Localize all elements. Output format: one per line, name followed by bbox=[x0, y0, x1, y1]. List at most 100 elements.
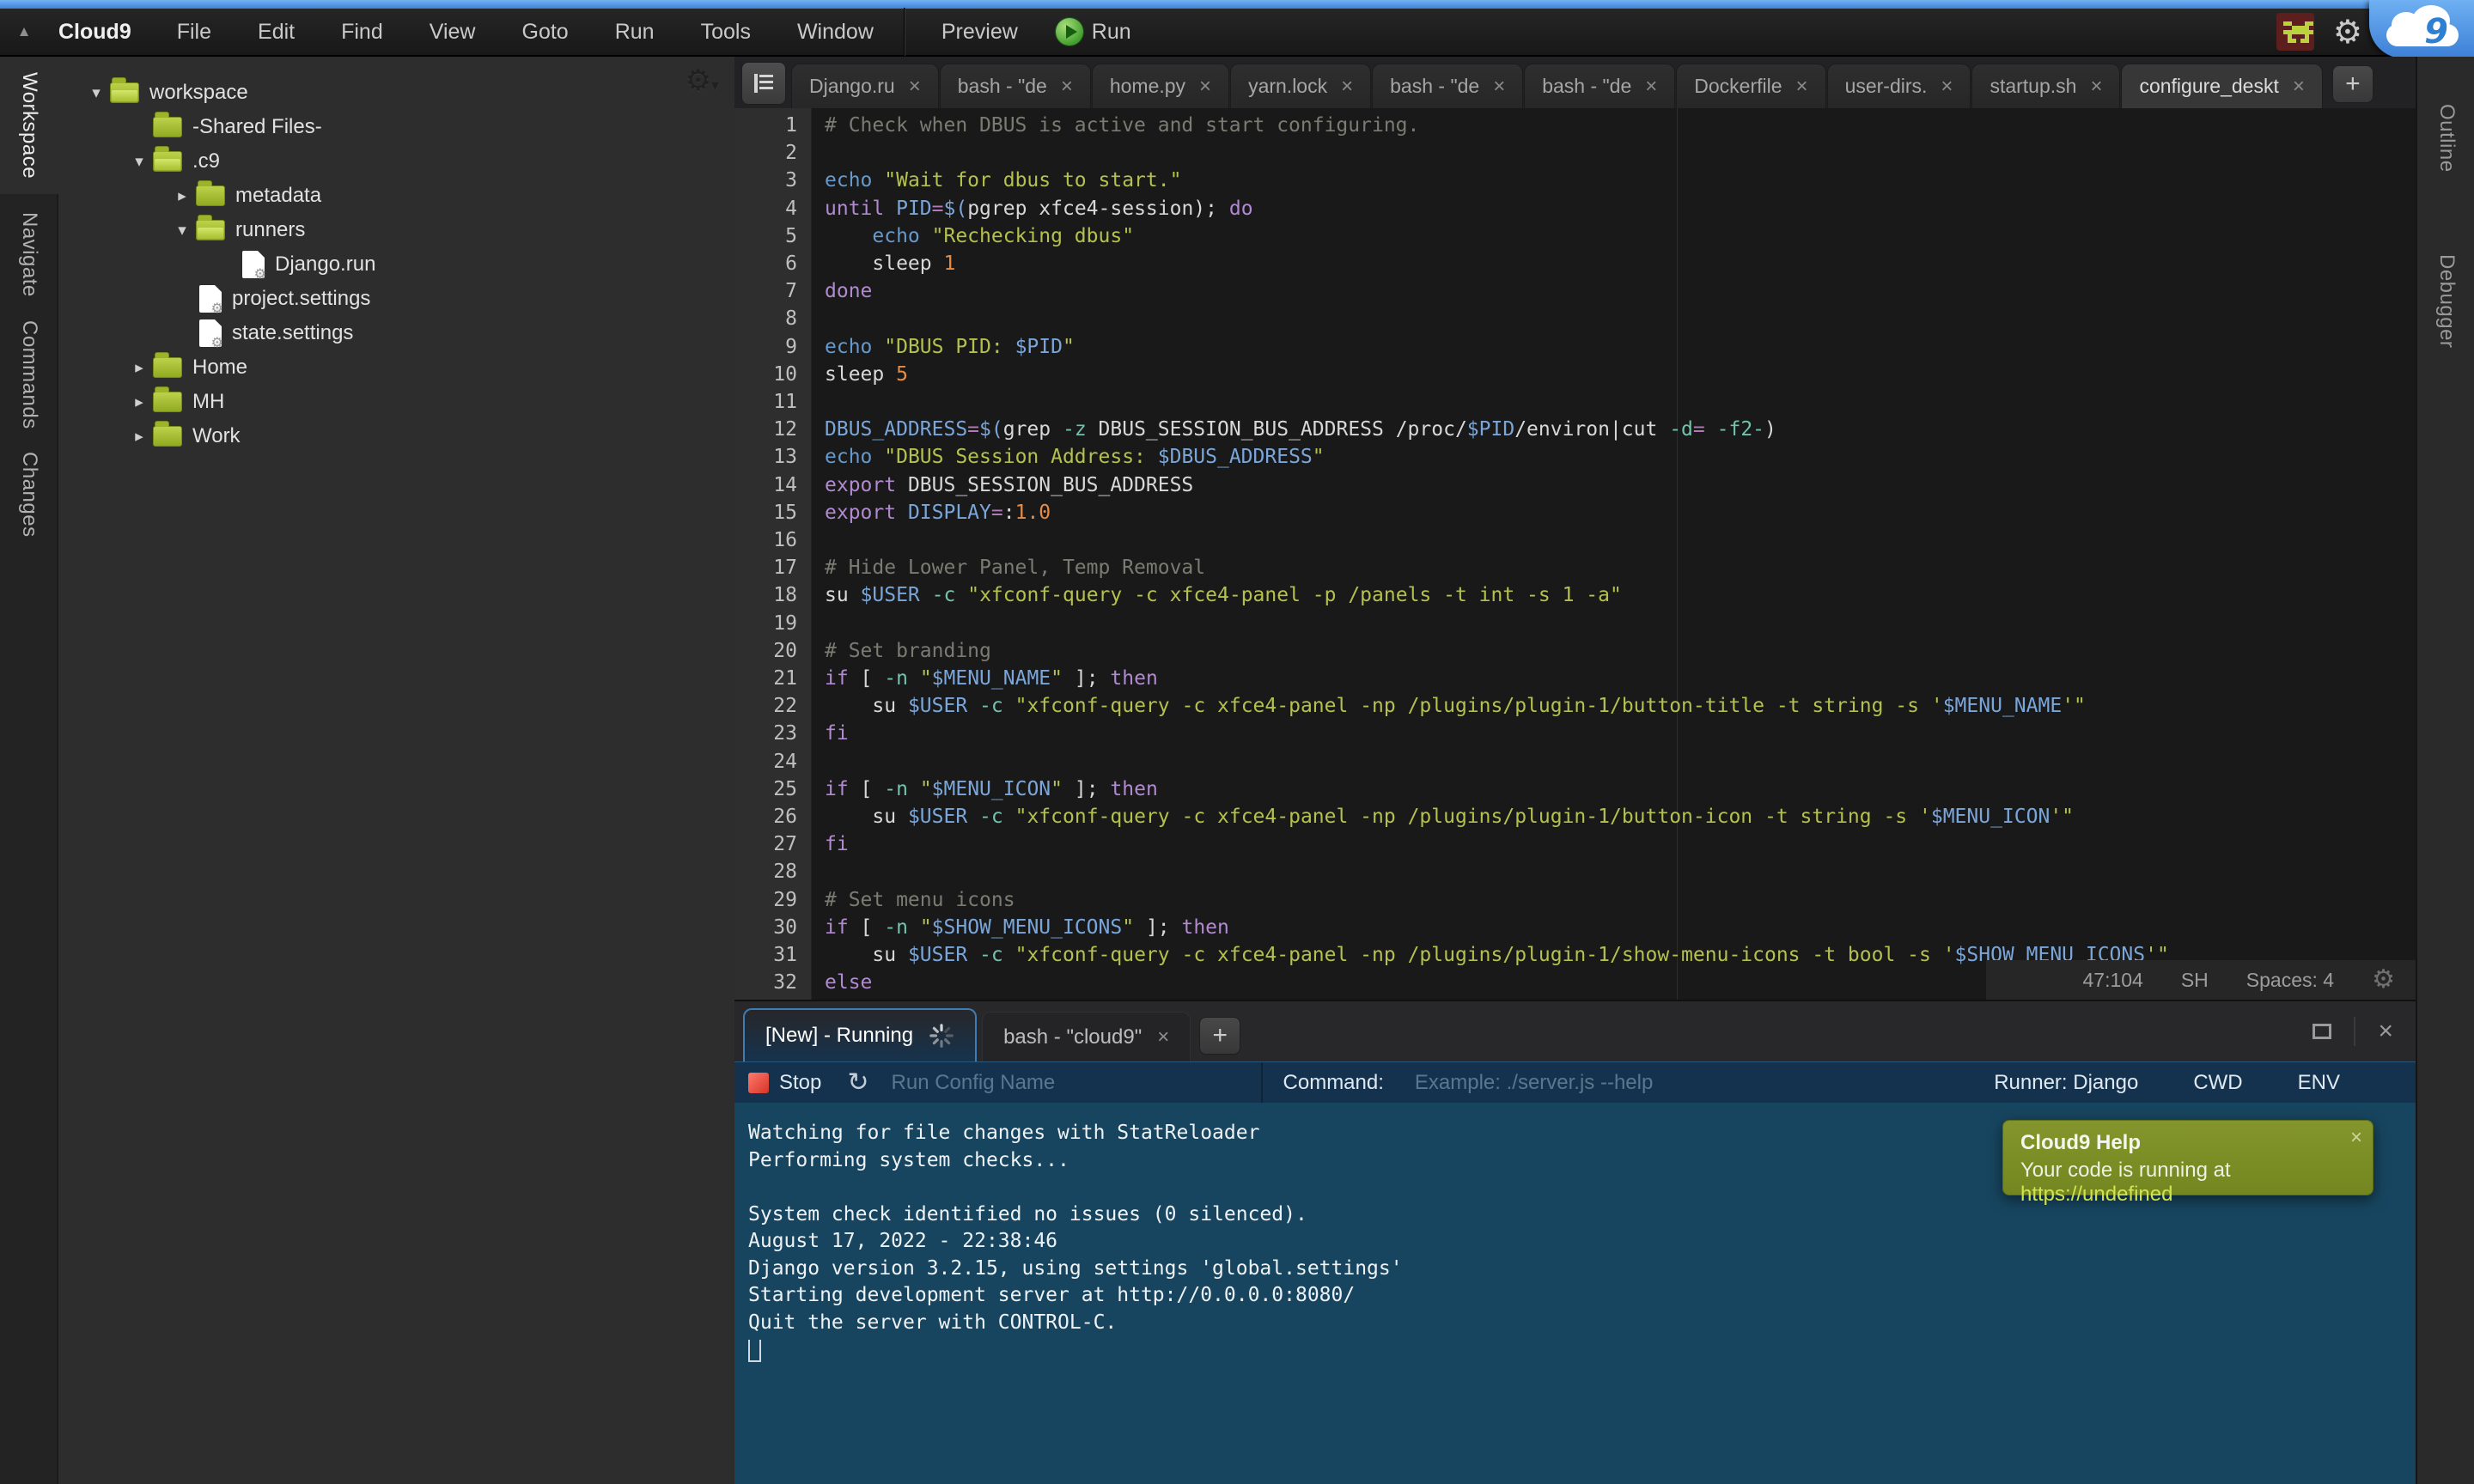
editor-tab-9[interactable]: configure_deskt× bbox=[2121, 64, 2322, 108]
code-token: : bbox=[1003, 502, 1015, 524]
menu-item-goto[interactable]: Goto bbox=[499, 8, 592, 56]
tree-item-runners[interactable]: ▾runners bbox=[58, 213, 734, 247]
code-token: -z bbox=[1063, 418, 1087, 441]
spaces-setting[interactable]: Spaces: 4 bbox=[2246, 966, 2334, 994]
tree-item-project-settings[interactable]: project.settings bbox=[58, 282, 734, 316]
tree-expand-arrow[interactable]: ▸ bbox=[127, 427, 151, 447]
code-token bbox=[908, 778, 920, 800]
code-token: 5 bbox=[896, 363, 908, 386]
env-button[interactable]: ENV bbox=[2298, 1071, 2340, 1095]
tab-bash-cloud9[interactable]: bash - "cloud9" × bbox=[982, 1012, 1191, 1061]
editor-tab-5[interactable]: bash - "de× bbox=[1524, 64, 1675, 108]
close-tab-icon[interactable]: × bbox=[1493, 75, 1505, 99]
sidebar-tab-workspace[interactable]: Workspace bbox=[0, 57, 58, 194]
editor-tab-7[interactable]: user-dirs.× bbox=[1827, 64, 1971, 108]
sidebar-tab-commands[interactable]: Commands bbox=[0, 314, 58, 435]
close-tab-icon[interactable]: × bbox=[1341, 75, 1353, 99]
code-token: /environ|cut bbox=[1514, 418, 1669, 441]
menu-item-window[interactable]: Window bbox=[774, 8, 897, 56]
syntax-mode[interactable]: SH bbox=[2181, 966, 2209, 994]
code-line-17: # Hide Lower Panel, Temp Removal bbox=[825, 554, 2416, 581]
tree-expand-arrow[interactable]: ▸ bbox=[127, 392, 151, 412]
line-number: 7 bbox=[734, 277, 797, 305]
menu-item-edit[interactable]: Edit bbox=[235, 8, 318, 56]
code-line-5: echo "Rechecking dbus" bbox=[825, 222, 2416, 250]
runner-selector[interactable]: Runner: Django bbox=[1994, 1071, 2138, 1095]
tree-item-label: Home bbox=[192, 356, 247, 380]
file-icon bbox=[199, 319, 222, 347]
menu-item-tools[interactable]: Tools bbox=[678, 8, 774, 56]
stop-icon[interactable] bbox=[748, 1073, 769, 1093]
tree-item-django-run[interactable]: Django.run bbox=[58, 247, 734, 282]
close-tab-icon[interactable]: × bbox=[1061, 75, 1073, 99]
code-line-28 bbox=[825, 858, 2416, 885]
code-editor[interactable]: 1234567891011121314151617181920212223242… bbox=[734, 108, 2416, 1000]
menu-item-find[interactable]: Find bbox=[318, 8, 406, 56]
preview-button[interactable]: Preview bbox=[912, 8, 1047, 56]
editor-tab-1[interactable]: bash - "de× bbox=[940, 64, 1091, 108]
sidebar-tab-debugger[interactable]: Debugger bbox=[2417, 220, 2474, 383]
running-url-link[interactable]: https://undefined bbox=[2020, 1183, 2172, 1206]
tree-item-work[interactable]: ▸Work bbox=[58, 419, 734, 453]
tree-expand-arrow[interactable]: ▸ bbox=[127, 358, 151, 378]
close-tab-icon[interactable]: × bbox=[1199, 75, 1211, 99]
close-popup-icon[interactable]: × bbox=[2350, 1126, 2362, 1150]
tree-collapse-arrow[interactable]: ▾ bbox=[170, 221, 194, 240]
status-gear-icon[interactable]: ⚙ bbox=[2372, 966, 2395, 994]
collapse-menubar-button[interactable]: ▲ bbox=[0, 23, 48, 40]
editor-tab-6[interactable]: Dockerfile× bbox=[1676, 64, 1825, 108]
line-number: 22 bbox=[734, 692, 797, 720]
line-number: 25 bbox=[734, 775, 797, 803]
sidebar-tab-outline[interactable]: Outline bbox=[2417, 57, 2474, 220]
cloud9-menu[interactable]: Cloud9 bbox=[48, 20, 154, 45]
close-tab-icon[interactable]: × bbox=[1796, 75, 1808, 99]
debug-bug-icon[interactable] bbox=[2276, 13, 2314, 51]
close-tab-icon[interactable]: × bbox=[1645, 75, 1657, 99]
close-tab-icon[interactable]: × bbox=[1941, 75, 1953, 99]
tree-item--c9[interactable]: ▾.c9 bbox=[58, 144, 734, 179]
close-tab-icon[interactable]: × bbox=[2293, 75, 2305, 99]
close-tab-icon[interactable]: × bbox=[2090, 75, 2102, 99]
close-tab-icon[interactable]: × bbox=[1157, 1025, 1169, 1049]
tab-list-button[interactable] bbox=[741, 62, 786, 105]
tree-item--shared-files-[interactable]: -Shared Files- bbox=[58, 110, 734, 144]
tree-item-workspace[interactable]: ▾workspace bbox=[58, 76, 734, 110]
code-token: $MENU_ICON bbox=[1931, 806, 2050, 828]
menu-item-view[interactable]: View bbox=[406, 8, 499, 56]
line-number: 19 bbox=[734, 610, 797, 637]
command-input[interactable]: Example: ./server.js --help bbox=[1415, 1071, 1653, 1095]
stop-button[interactable]: Stop bbox=[779, 1071, 821, 1095]
sidebar-tab-navigate[interactable]: Navigate bbox=[0, 194, 58, 314]
editor-tab-3[interactable]: yarn.lock× bbox=[1230, 64, 1371, 108]
run-button[interactable]: Run bbox=[1047, 18, 1140, 46]
editor-tab-8[interactable]: startup.sh× bbox=[1971, 64, 2120, 108]
tree-collapse-arrow[interactable]: ▾ bbox=[127, 152, 151, 172]
tree-item-mh[interactable]: ▸MH bbox=[58, 385, 734, 419]
tree-expand-arrow[interactable]: ▸ bbox=[170, 186, 194, 206]
code-token: " bbox=[1051, 778, 1063, 800]
tree-item-state-settings[interactable]: state.settings bbox=[58, 316, 734, 350]
tab-new-running[interactable]: [New] - Running bbox=[743, 1008, 977, 1061]
close-panel-icon[interactable]: × bbox=[2378, 1017, 2393, 1046]
new-tab-button[interactable]: + bbox=[2332, 65, 2373, 103]
cwd-button[interactable]: CWD bbox=[2193, 1071, 2242, 1095]
sidebar-tab-changes[interactable]: Changes bbox=[0, 435, 58, 555]
tree-item-metadata[interactable]: ▸metadata bbox=[58, 179, 734, 213]
code-token: su bbox=[825, 806, 908, 828]
editor-tab-0[interactable]: Django.ru× bbox=[791, 64, 939, 108]
tree-item-home[interactable]: ▸ Home bbox=[58, 350, 734, 385]
maximize-panel-icon[interactable] bbox=[2313, 1024, 2331, 1039]
settings-gear-icon[interactable]: ⚙ bbox=[2333, 13, 2362, 51]
tree-collapse-arrow[interactable]: ▾ bbox=[84, 83, 108, 103]
menu-item-run[interactable]: Run bbox=[592, 8, 678, 56]
new-console-tab-button[interactable]: + bbox=[1199, 1017, 1240, 1055]
menu-item-file[interactable]: File bbox=[154, 8, 235, 56]
restart-icon[interactable]: ↻ bbox=[847, 1067, 868, 1098]
editor-tab-2[interactable]: home.py× bbox=[1092, 64, 1229, 108]
code-line-2 bbox=[825, 139, 2416, 167]
editor-tab-4[interactable]: bash - "de× bbox=[1372, 64, 1523, 108]
code-content: # Check when DBUS is active and start co… bbox=[813, 108, 2416, 1000]
code-token: if bbox=[825, 916, 849, 939]
close-tab-icon[interactable]: × bbox=[909, 75, 921, 99]
run-config-name-input[interactable]: Run Config Name bbox=[892, 1071, 1252, 1095]
